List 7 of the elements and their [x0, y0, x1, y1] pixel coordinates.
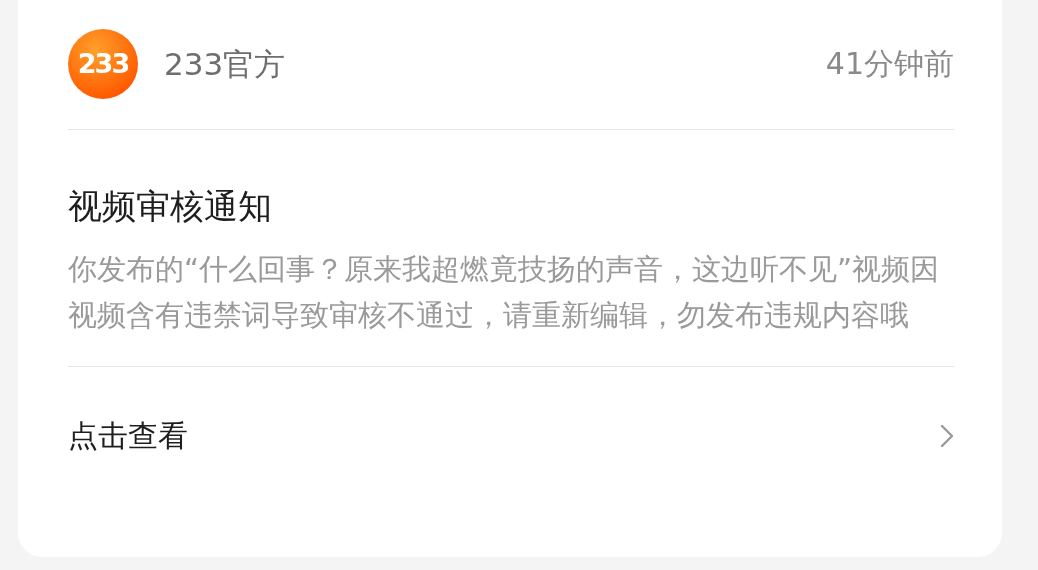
message-body: 你发布的“什么回事？原来我超燃竟技扬的声音，这边听不见”视频因视频含有违禁词导致审核不通过，请重新编辑，勿发布违规内容哦 — [68, 246, 954, 367]
avatar-logo: 233 — [68, 28, 138, 99]
timestamp: 41分钟前 — [825, 45, 954, 83]
chevron-right-icon — [940, 424, 954, 448]
view-link[interactable]: 点击查看 — [68, 367, 954, 503]
sender-name: 233官方 — [164, 44, 286, 84]
message-title: 视频审核通知 — [68, 185, 273, 228]
